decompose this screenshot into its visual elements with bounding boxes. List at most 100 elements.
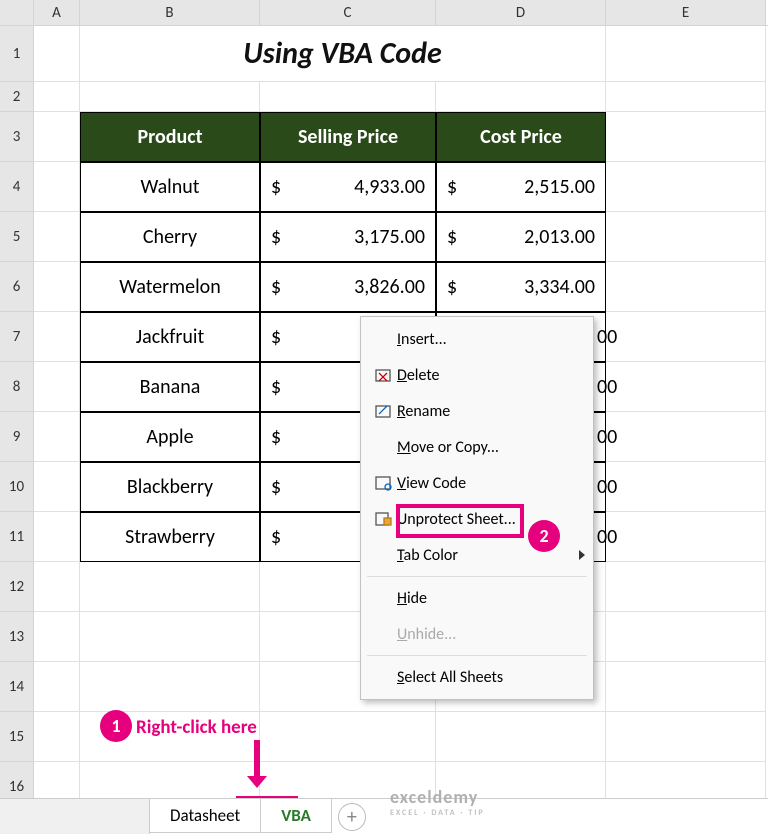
cell-product[interactable]: Banana <box>80 362 260 412</box>
cell-product[interactable]: Blackberry <box>80 462 260 512</box>
cell[interactable] <box>606 662 766 712</box>
cell[interactable] <box>606 462 766 512</box>
cell[interactable] <box>34 82 80 112</box>
menu-label: Rename <box>397 402 585 421</box>
cell[interactable] <box>34 26 80 82</box>
cell[interactable] <box>80 82 260 112</box>
cell[interactable] <box>606 312 766 362</box>
chevron-right-icon <box>579 550 585 560</box>
cell[interactable] <box>34 312 80 362</box>
add-sheet-button[interactable]: + <box>338 803 366 831</box>
cell[interactable] <box>34 112 80 162</box>
cell[interactable] <box>260 712 436 762</box>
cell[interactable] <box>606 112 766 162</box>
cell[interactable] <box>260 82 436 112</box>
header-product[interactable]: Product <box>80 112 260 162</box>
row-header[interactable]: 14 <box>0 662 34 712</box>
row-header[interactable]: 10 <box>0 462 34 512</box>
cell[interactable] <box>80 562 260 612</box>
cell[interactable] <box>34 662 80 712</box>
row-header[interactable]: 5 <box>0 212 34 262</box>
page-title[interactable]: Using VBA Code <box>80 26 606 82</box>
cell[interactable] <box>34 462 80 512</box>
cell-cost[interactable]: $2,013.00 <box>436 212 606 262</box>
cell[interactable] <box>606 162 766 212</box>
menu-view-code[interactable]: View Code <box>361 465 593 501</box>
col-header-b[interactable]: B <box>80 0 260 25</box>
row-header[interactable]: 1 <box>0 26 34 82</box>
cell-product[interactable]: Jackfruit <box>80 312 260 362</box>
cell[interactable] <box>34 712 80 762</box>
cell[interactable] <box>606 262 766 312</box>
menu-separator <box>367 655 587 656</box>
cell-product[interactable]: Strawberry <box>80 512 260 562</box>
cell[interactable] <box>606 612 766 662</box>
row-header[interactable]: 15 <box>0 712 34 762</box>
cell-product[interactable]: Cherry <box>80 212 260 262</box>
row-header[interactable]: 3 <box>0 112 34 162</box>
down-arrow-icon <box>248 740 266 788</box>
cell-cost[interactable]: $2,515.00 <box>436 162 606 212</box>
menu-delete[interactable]: Delete <box>361 357 593 393</box>
cell-cost[interactable]: $3,334.00 <box>436 262 606 312</box>
menu-rename[interactable]: Rename <box>361 393 593 429</box>
row-header[interactable]: 4 <box>0 162 34 212</box>
row-header[interactable]: 6 <box>0 262 34 312</box>
cell[interactable] <box>436 712 606 762</box>
cell-selling[interactable]: $3,175.00 <box>260 212 436 262</box>
menu-select-all-sheets[interactable]: Select All Sheets <box>361 659 593 695</box>
menu-hide[interactable]: Hide <box>361 580 593 616</box>
header-cost[interactable]: Cost Price <box>436 112 606 162</box>
cell[interactable] <box>606 412 766 462</box>
row-header[interactable]: 2 <box>0 82 34 112</box>
menu-insert[interactable]: Insert... <box>361 321 593 357</box>
col-header-c[interactable]: C <box>260 0 436 25</box>
cell[interactable] <box>34 162 80 212</box>
cell-selling[interactable]: $4,933.00 <box>260 162 436 212</box>
cell[interactable] <box>436 82 606 112</box>
cell[interactable] <box>606 362 766 412</box>
cell[interactable] <box>606 82 766 112</box>
row-header[interactable]: 11 <box>0 512 34 562</box>
cell[interactable] <box>80 612 260 662</box>
tab-vba[interactable]: VBA <box>260 799 332 833</box>
row-header[interactable]: 12 <box>0 562 34 612</box>
row-header[interactable]: 7 <box>0 312 34 362</box>
watermark: exceldemy EXCEL · DATA · TIP <box>390 786 485 818</box>
unprotect-icon <box>369 510 397 528</box>
cell[interactable] <box>606 212 766 262</box>
row-header[interactable]: 8 <box>0 362 34 412</box>
col-header-d[interactable]: D <box>436 0 606 25</box>
menu-move-copy[interactable]: Move or Copy... <box>361 429 593 465</box>
cell[interactable] <box>606 562 766 612</box>
cell[interactable] <box>34 262 80 312</box>
header-selling[interactable]: Selling Price <box>260 112 436 162</box>
cell[interactable] <box>34 562 80 612</box>
row-header[interactable]: 13 <box>0 612 34 662</box>
table-row: 4 Walnut $4,933.00 $2,515.00 <box>0 162 768 212</box>
cell[interactable] <box>606 512 766 562</box>
col-header-a[interactable]: A <box>34 0 80 25</box>
cell[interactable] <box>34 412 80 462</box>
cell[interactable] <box>34 512 80 562</box>
menu-unhide: Unhide... <box>361 616 593 652</box>
row-header[interactable]: 9 <box>0 412 34 462</box>
partial-value: 00 <box>597 325 617 349</box>
tab-datasheet[interactable]: Datasheet <box>149 799 261 833</box>
cell-product[interactable]: Apple <box>80 412 260 462</box>
cell-selling[interactable]: $3,826.00 <box>260 262 436 312</box>
col-header-e[interactable]: E <box>606 0 766 25</box>
cell[interactable] <box>606 26 766 82</box>
table-row: 6 Watermelon $3,826.00 $3,334.00 <box>0 262 768 312</box>
cell[interactable] <box>34 612 80 662</box>
select-all-corner[interactable] <box>0 0 34 25</box>
cell[interactable] <box>34 362 80 412</box>
cell-product[interactable]: Watermelon <box>80 262 260 312</box>
table-row: 3 Product Selling Price Cost Price <box>0 112 768 162</box>
cell[interactable] <box>80 662 260 712</box>
cell-product[interactable]: Walnut <box>80 162 260 212</box>
cell[interactable] <box>34 212 80 262</box>
menu-label: Hide <box>397 589 585 608</box>
cell[interactable] <box>606 712 766 762</box>
tab-nav-area[interactable] <box>0 799 150 834</box>
